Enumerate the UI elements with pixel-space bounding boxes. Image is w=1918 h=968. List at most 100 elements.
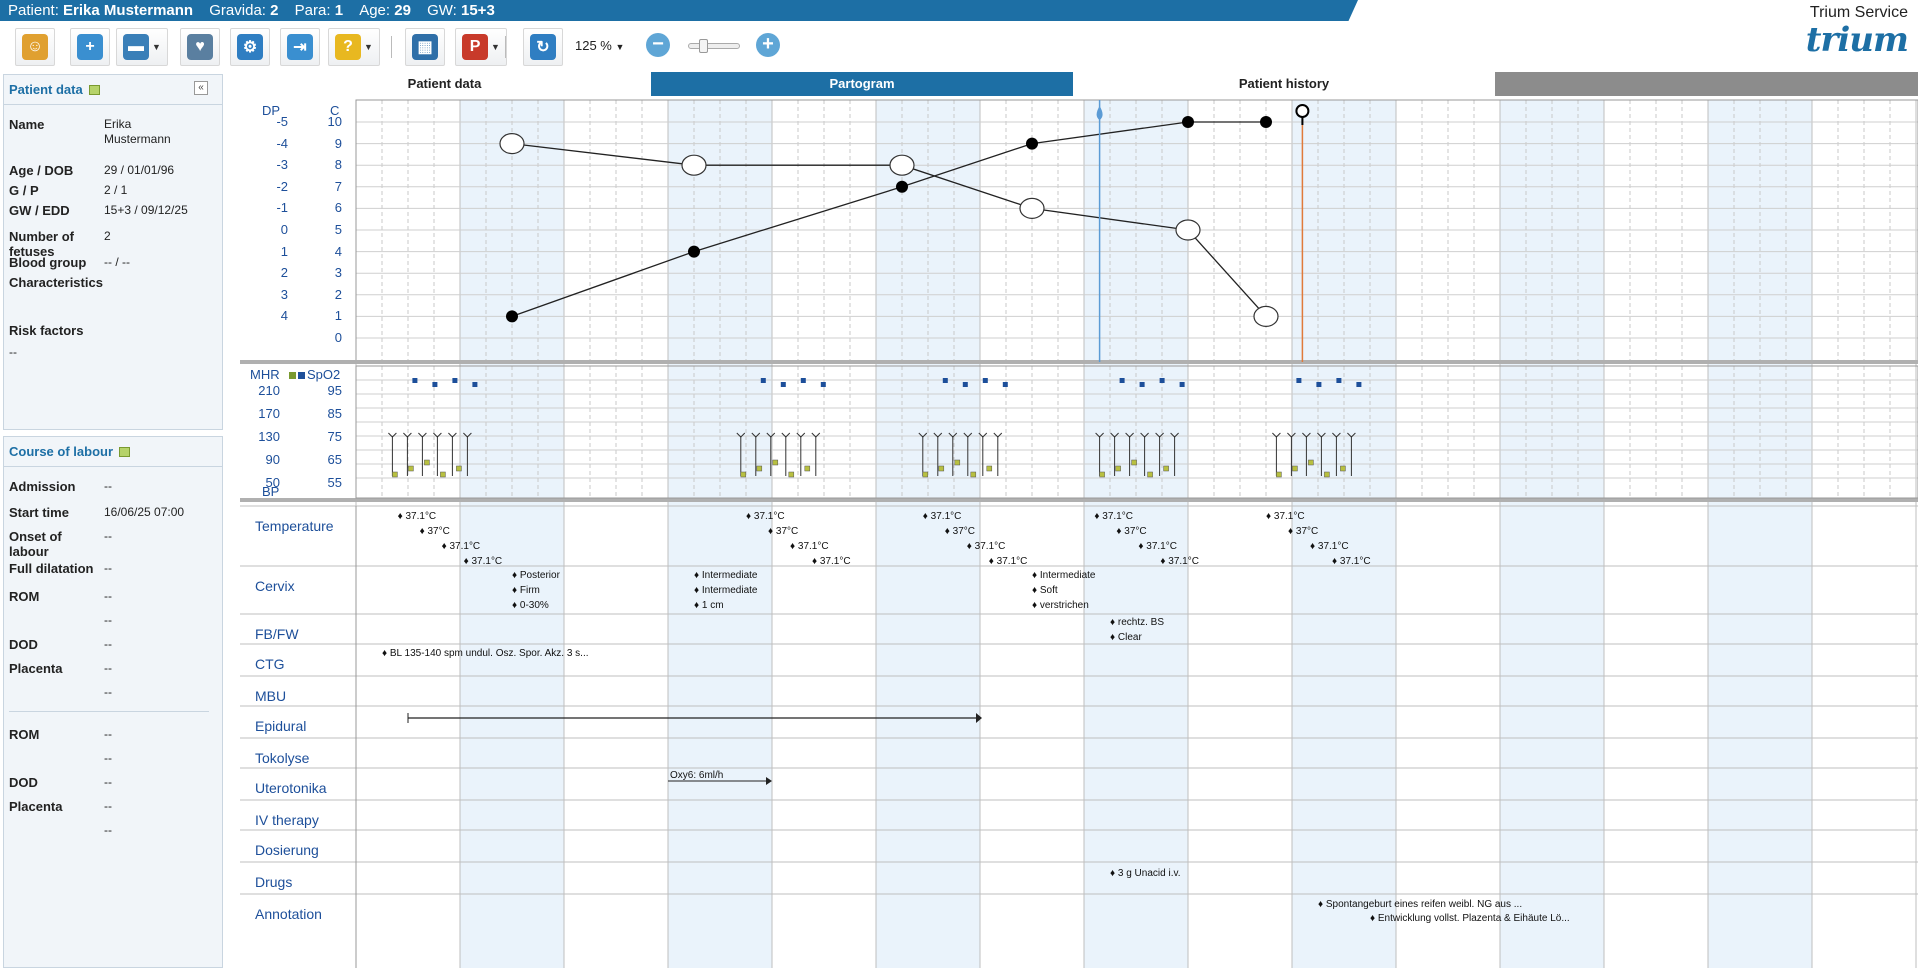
temperature-value: ♦ 37.1°C <box>1094 511 1133 522</box>
mhr-point <box>804 465 811 472</box>
row-label-epidural: Epidural <box>255 718 307 734</box>
mhr-legend-swatch <box>289 372 296 379</box>
row-label-cervix: Cervix <box>255 578 295 594</box>
dilatation-point <box>506 310 518 323</box>
spo2-legend-swatch <box>298 372 305 379</box>
ctg-value: ♦ BL 135-140 spm undul. Osz. Spor. Akz. … <box>382 648 589 659</box>
cervix-value: ♦ Posterior <box>512 570 560 581</box>
annotation-value: ♦ Entwicklung vollst. Plazenta & Eihäute… <box>1370 913 1570 924</box>
spo2-tick-label: 55 <box>327 475 342 490</box>
temperature-value: ♦ 37°C <box>768 526 799 537</box>
c-tick-label: 5 <box>334 222 342 237</box>
temperature-value: ♦ 37°C <box>1116 526 1147 537</box>
dilatation-point <box>896 180 908 193</box>
cervix-value: ♦ Intermediate <box>694 570 758 581</box>
mhr-point <box>1115 465 1121 472</box>
fbfw-value: ♦ Clear <box>1110 632 1142 643</box>
fbfw-value: ♦ rechtz. BS <box>1110 617 1165 628</box>
dp-tick-label: -4 <box>276 135 288 151</box>
mhr-point <box>1099 471 1105 478</box>
temperature-value: ♦ 37.1°C <box>746 511 785 522</box>
cervix-value: ♦ verstrichen <box>1032 600 1089 611</box>
dp-tick-label: -5 <box>276 114 288 129</box>
c-tick-label: 10 <box>327 114 342 129</box>
dilatation-point <box>1182 116 1194 128</box>
mhr-point <box>788 471 795 478</box>
cervix-value: ♦ Firm <box>512 585 540 596</box>
mhr-point <box>424 459 430 466</box>
mhr-point <box>1324 471 1330 478</box>
descent-point <box>681 154 707 176</box>
mhr-tick-label: 130 <box>258 429 280 444</box>
spo2-point <box>1139 382 1145 387</box>
spo2-point <box>1119 378 1125 383</box>
row-label-mbu: MBU <box>255 688 287 704</box>
temperature-value: ♦ 37.1°C <box>397 511 437 522</box>
temperature-value: ♦ 37.1°C <box>1332 556 1371 567</box>
descent-point <box>1175 219 1201 241</box>
temperature-value: ♦ 37.1°C <box>922 511 962 522</box>
temperature-value: ♦ 37.1°C <box>1138 541 1177 552</box>
mhr-point <box>756 465 763 472</box>
cervix-value: ♦ Soft <box>1032 585 1058 596</box>
mhr-point <box>938 465 945 472</box>
spo2-point <box>820 382 826 387</box>
dp-tick-label: 0 <box>280 222 288 237</box>
c-tick-label: 2 <box>334 286 342 302</box>
spo2-point <box>432 382 438 387</box>
mhr-point <box>1308 459 1314 466</box>
dilatation-point <box>1026 137 1038 150</box>
c-tick-label: 8 <box>334 157 342 173</box>
c-tick-label: 7 <box>334 178 342 194</box>
descent-point <box>1253 305 1279 327</box>
temperature-value: ♦ 37.1°C <box>441 541 481 552</box>
mhr-axis-title: MHR <box>250 367 280 382</box>
mhr-tick-label: 210 <box>258 383 280 398</box>
mhr-point <box>1147 471 1153 478</box>
temperature-value: ♦ 37.1°C <box>790 541 829 552</box>
mhr-point <box>970 471 977 478</box>
descent-point <box>1019 197 1045 219</box>
spo2-tick-label: 75 <box>327 429 342 444</box>
mhr-point <box>1131 459 1137 466</box>
spo2-tick-label: 95 <box>327 383 342 398</box>
spo2-point <box>800 378 806 383</box>
spo2-point <box>1316 382 1322 387</box>
spo2-point <box>1179 382 1185 387</box>
dilatation-point <box>1260 116 1272 128</box>
spo2-point <box>472 382 478 387</box>
dp-tick-label: 4 <box>280 308 288 324</box>
c-tick-label: 1 <box>334 308 342 324</box>
female-icon <box>1295 104 1310 118</box>
temperature-value: ♦ 37.1°C <box>463 556 503 567</box>
row-label-ctg: CTG <box>255 656 285 672</box>
descent-point <box>889 154 915 176</box>
spo2-point <box>452 378 458 383</box>
temperature-value: ♦ 37.1°C <box>1266 511 1305 522</box>
spo2-point <box>412 378 418 383</box>
row-label-uterotonika: Uterotonika <box>255 780 327 796</box>
c-tick-label: 6 <box>334 200 342 216</box>
spo2-tick-label: 65 <box>327 452 342 467</box>
dp-tick-label: 2 <box>280 265 288 281</box>
spo2-point <box>1356 382 1362 387</box>
cervix-value: ♦ 1 cm <box>694 600 724 611</box>
mhr-point <box>1276 471 1282 478</box>
spo2-point <box>760 378 766 383</box>
row-label-drugs: Drugs <box>255 874 293 890</box>
descent-point <box>499 133 525 155</box>
bp-axis-title: BP <box>262 484 280 499</box>
dp-tick-label: 1 <box>280 243 288 259</box>
temperature-value: ♦ 37.1°C <box>966 541 1006 552</box>
spo2-point <box>982 378 988 383</box>
row-label-fbfw: FB/FW <box>255 626 299 642</box>
mhr-point <box>392 471 398 478</box>
dp-tick-label: -2 <box>276 178 288 194</box>
uterotonika-value: Oxy6: 6ml/h <box>670 770 724 781</box>
cervix-value: ♦ Intermediate <box>1032 570 1096 581</box>
mhr-tick-label: 170 <box>258 406 280 421</box>
dp-tick-label: -3 <box>276 157 288 173</box>
spo2-point <box>1002 382 1008 387</box>
spo2-axis-title: SpO2 <box>307 367 341 382</box>
drugs-value: ♦ 3 g Unacid i.v. <box>1110 868 1181 879</box>
